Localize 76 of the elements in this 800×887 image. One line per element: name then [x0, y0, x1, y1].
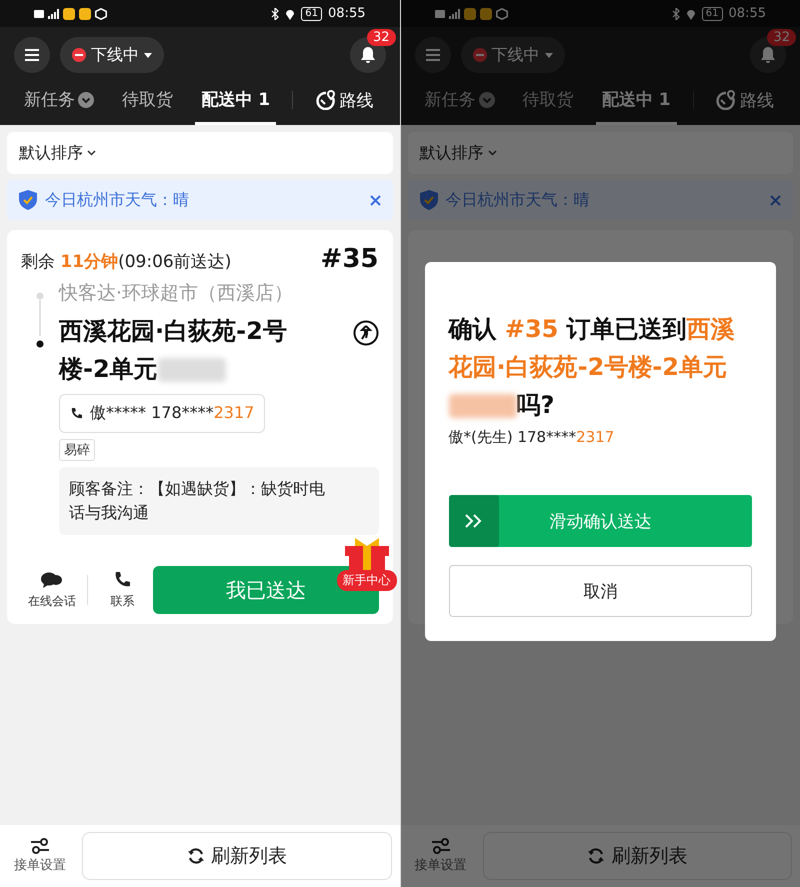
close-icon[interactable]: [370, 194, 380, 206]
menu-icon: [25, 49, 39, 61]
route-button[interactable]: 路线: [710, 88, 780, 112]
dialog-title: 确认 #35 订单已送到西溪花园·白荻苑-2号楼-2单元 吗?: [448, 314, 736, 421]
tab[interactable]: 新任务: [18, 75, 100, 125]
pickup-store: 快客达·环球超市（西溪店）: [59, 281, 294, 306]
battery-level: 61: [702, 6, 723, 20]
chat-button[interactable]: 在线会话: [21, 570, 83, 610]
timeline-drawing: [36, 292, 44, 348]
route-icon: [316, 90, 336, 110]
phone-icon: [70, 406, 84, 420]
bell-icon: [360, 46, 376, 64]
fragile-tag: 易碎: [59, 439, 95, 461]
chevron-down-icon: [78, 92, 94, 108]
refresh-button[interactable]: 刷新列表: [482, 832, 792, 880]
hd-icon: [434, 10, 444, 18]
status-dropdown[interactable]: 下线中: [60, 37, 164, 73]
refresh-icon: [186, 847, 205, 865]
route-icon: [716, 90, 736, 110]
route-button[interactable]: 路线: [310, 88, 380, 112]
minus-circle-icon: [72, 48, 86, 62]
phone-chip[interactable]: 傲***** 178****2317: [59, 394, 266, 433]
bluetooth-icon: [271, 8, 280, 20]
app-notification-icon: [480, 8, 492, 20]
shield-icon: [19, 190, 37, 210]
tab[interactable]: 配送中 1: [195, 75, 276, 125]
customer-note: 顾客备注：【如遇缺货】：缺货时电话与我沟通: [59, 467, 378, 535]
refresh-button[interactable]: 刷新列表: [82, 832, 392, 880]
clock: 08:55: [728, 6, 766, 21]
minus-circle-icon: [472, 48, 486, 62]
weather-text: 今日杭州市天气：晴: [45, 190, 190, 210]
shield-icon: [420, 190, 438, 210]
menu-button[interactable]: [14, 37, 50, 73]
chevron-down-icon: [488, 150, 496, 156]
battery-level: 61: [301, 6, 322, 20]
location-icon: [285, 8, 296, 20]
tab[interactable]: 配送中 1: [596, 75, 677, 125]
app-notification-icon: [63, 8, 75, 20]
sort-dropdown[interactable]: 默认排序: [408, 132, 793, 174]
refresh-icon: [587, 847, 606, 865]
location-icon: [686, 8, 696, 20]
close-icon[interactable]: [770, 194, 781, 206]
app-notification-icon: [464, 8, 476, 20]
order-settings-button[interactable]: 接单设置: [14, 838, 66, 874]
clock: 08:55: [328, 6, 366, 21]
hd-icon: [34, 10, 44, 18]
chevron-down-icon: [478, 92, 494, 108]
navigation-icon[interactable]: [352, 320, 378, 346]
app-notification-icon: [79, 8, 91, 20]
tab[interactable]: 待取货: [116, 75, 180, 125]
hexagon-icon: [496, 8, 508, 20]
caret-icon: [544, 52, 552, 58]
chat-icon: [40, 570, 63, 588]
contact-button[interactable]: 联系: [92, 570, 154, 610]
bluetooth-icon: [672, 8, 680, 20]
order-number: #35: [320, 244, 378, 274]
phone-icon: [113, 570, 132, 588]
settings-icon: [432, 838, 450, 854]
remaining-time: 剩余 11分钟(09:06前送达): [21, 251, 232, 273]
notification-badge: 32: [767, 29, 796, 46]
sort-dropdown[interactable]: 默认排序: [7, 132, 392, 174]
settings-icon: [31, 838, 49, 854]
status-dropdown[interactable]: 下线中: [460, 37, 564, 73]
signal-icon: [448, 8, 460, 18]
customer-info: 傲*(先生) 178****2317: [448, 428, 616, 447]
notification-badge: 32: [366, 29, 396, 46]
hexagon-icon: [95, 8, 107, 20]
weather-text: 今日杭州市天气：晴: [446, 190, 590, 210]
caret-icon: [144, 52, 152, 58]
bell-icon: [760, 46, 776, 64]
menu-icon: [426, 49, 440, 61]
chevron-down-icon: [87, 150, 96, 156]
cancel-button[interactable]: 取消: [448, 565, 752, 617]
delivery-address: 西溪花园·白荻苑-2号楼-2单元: [59, 316, 288, 385]
slider-handle[interactable]: [448, 495, 498, 547]
signal-icon: [48, 8, 59, 18]
